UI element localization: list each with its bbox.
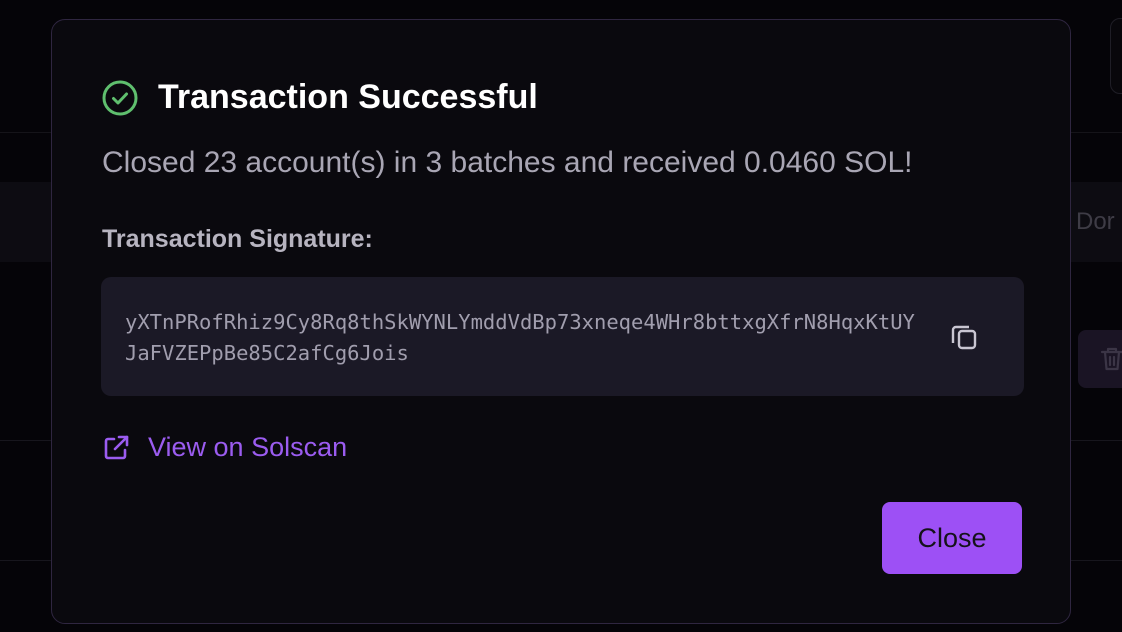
background-column-label: Dor [1076,208,1115,235]
background-delete-button [1078,330,1122,388]
copy-signature-button[interactable] [936,312,992,362]
close-button[interactable]: Close [882,502,1022,574]
background-button [1110,18,1122,94]
check-circle-icon [102,80,138,115]
solscan-link-label: View on Solscan [148,432,348,462]
view-on-solscan-link[interactable]: View on Solscan [102,432,347,463]
copy-icon [951,325,977,350]
trash-icon [1100,347,1122,371]
signature-label: Transaction Signature: [102,225,373,253]
modal-description: Closed 23 account(s) in 3 batches and re… [102,146,913,179]
modal-header: Transaction Successful [102,78,538,117]
transaction-success-modal: Transaction Successful Closed 23 account… [51,19,1071,624]
signature-box: yXTnPRofRhiz9Cy8Rq8thSkWYNLYmddVdBp73xne… [101,277,1024,396]
external-link-icon [104,435,129,459]
signature-value[interactable]: yXTnPRofRhiz9Cy8Rq8thSkWYNLYmddVdBp73xne… [125,307,915,369]
modal-title: Transaction Successful [158,78,538,116]
